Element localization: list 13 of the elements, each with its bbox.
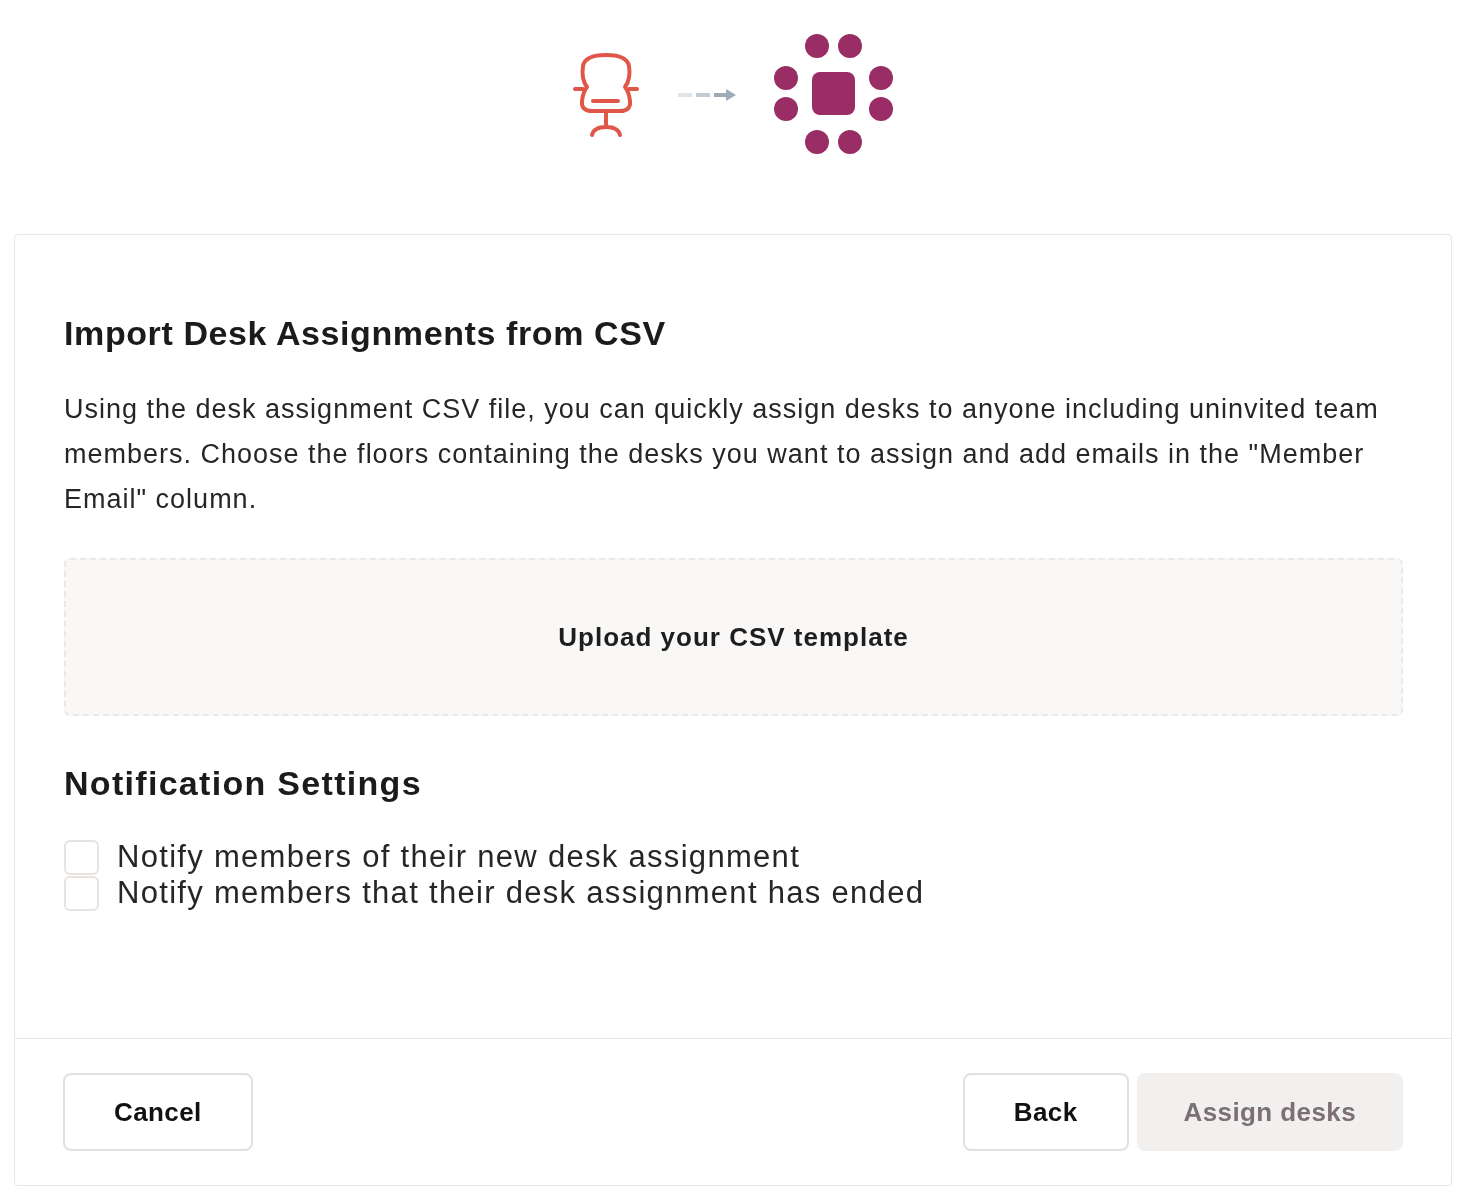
checkbox-label: Notify members of their new desk assignment	[117, 839, 801, 875]
checkbox[interactable]	[64, 875, 99, 911]
upload-dropzone[interactable]: Upload your CSV template	[64, 558, 1403, 716]
checkbox[interactable]	[64, 839, 99, 875]
checkbox-label: Notify members that their desk assignment has ended	[117, 875, 925, 911]
secondary-button[interactable]: Back	[962, 1073, 1129, 1151]
table-with-chairs-icon	[774, 34, 895, 155]
dialog-title: Import Desk Assignments from CSV	[64, 313, 666, 354]
chair-icon	[572, 50, 640, 139]
dashed-arrow-icon	[678, 88, 736, 101]
section-heading: Notification Settings	[64, 763, 422, 804]
description-text: Using the desk assignment CSV file, you can quickly assign desks to anyone including uninvited team members. Choose the floors containing the desks you want to assign and add emails in the "Member Email" column.	[64, 393, 1380, 516]
secondary-button[interactable]: Cancel	[63, 1073, 253, 1151]
